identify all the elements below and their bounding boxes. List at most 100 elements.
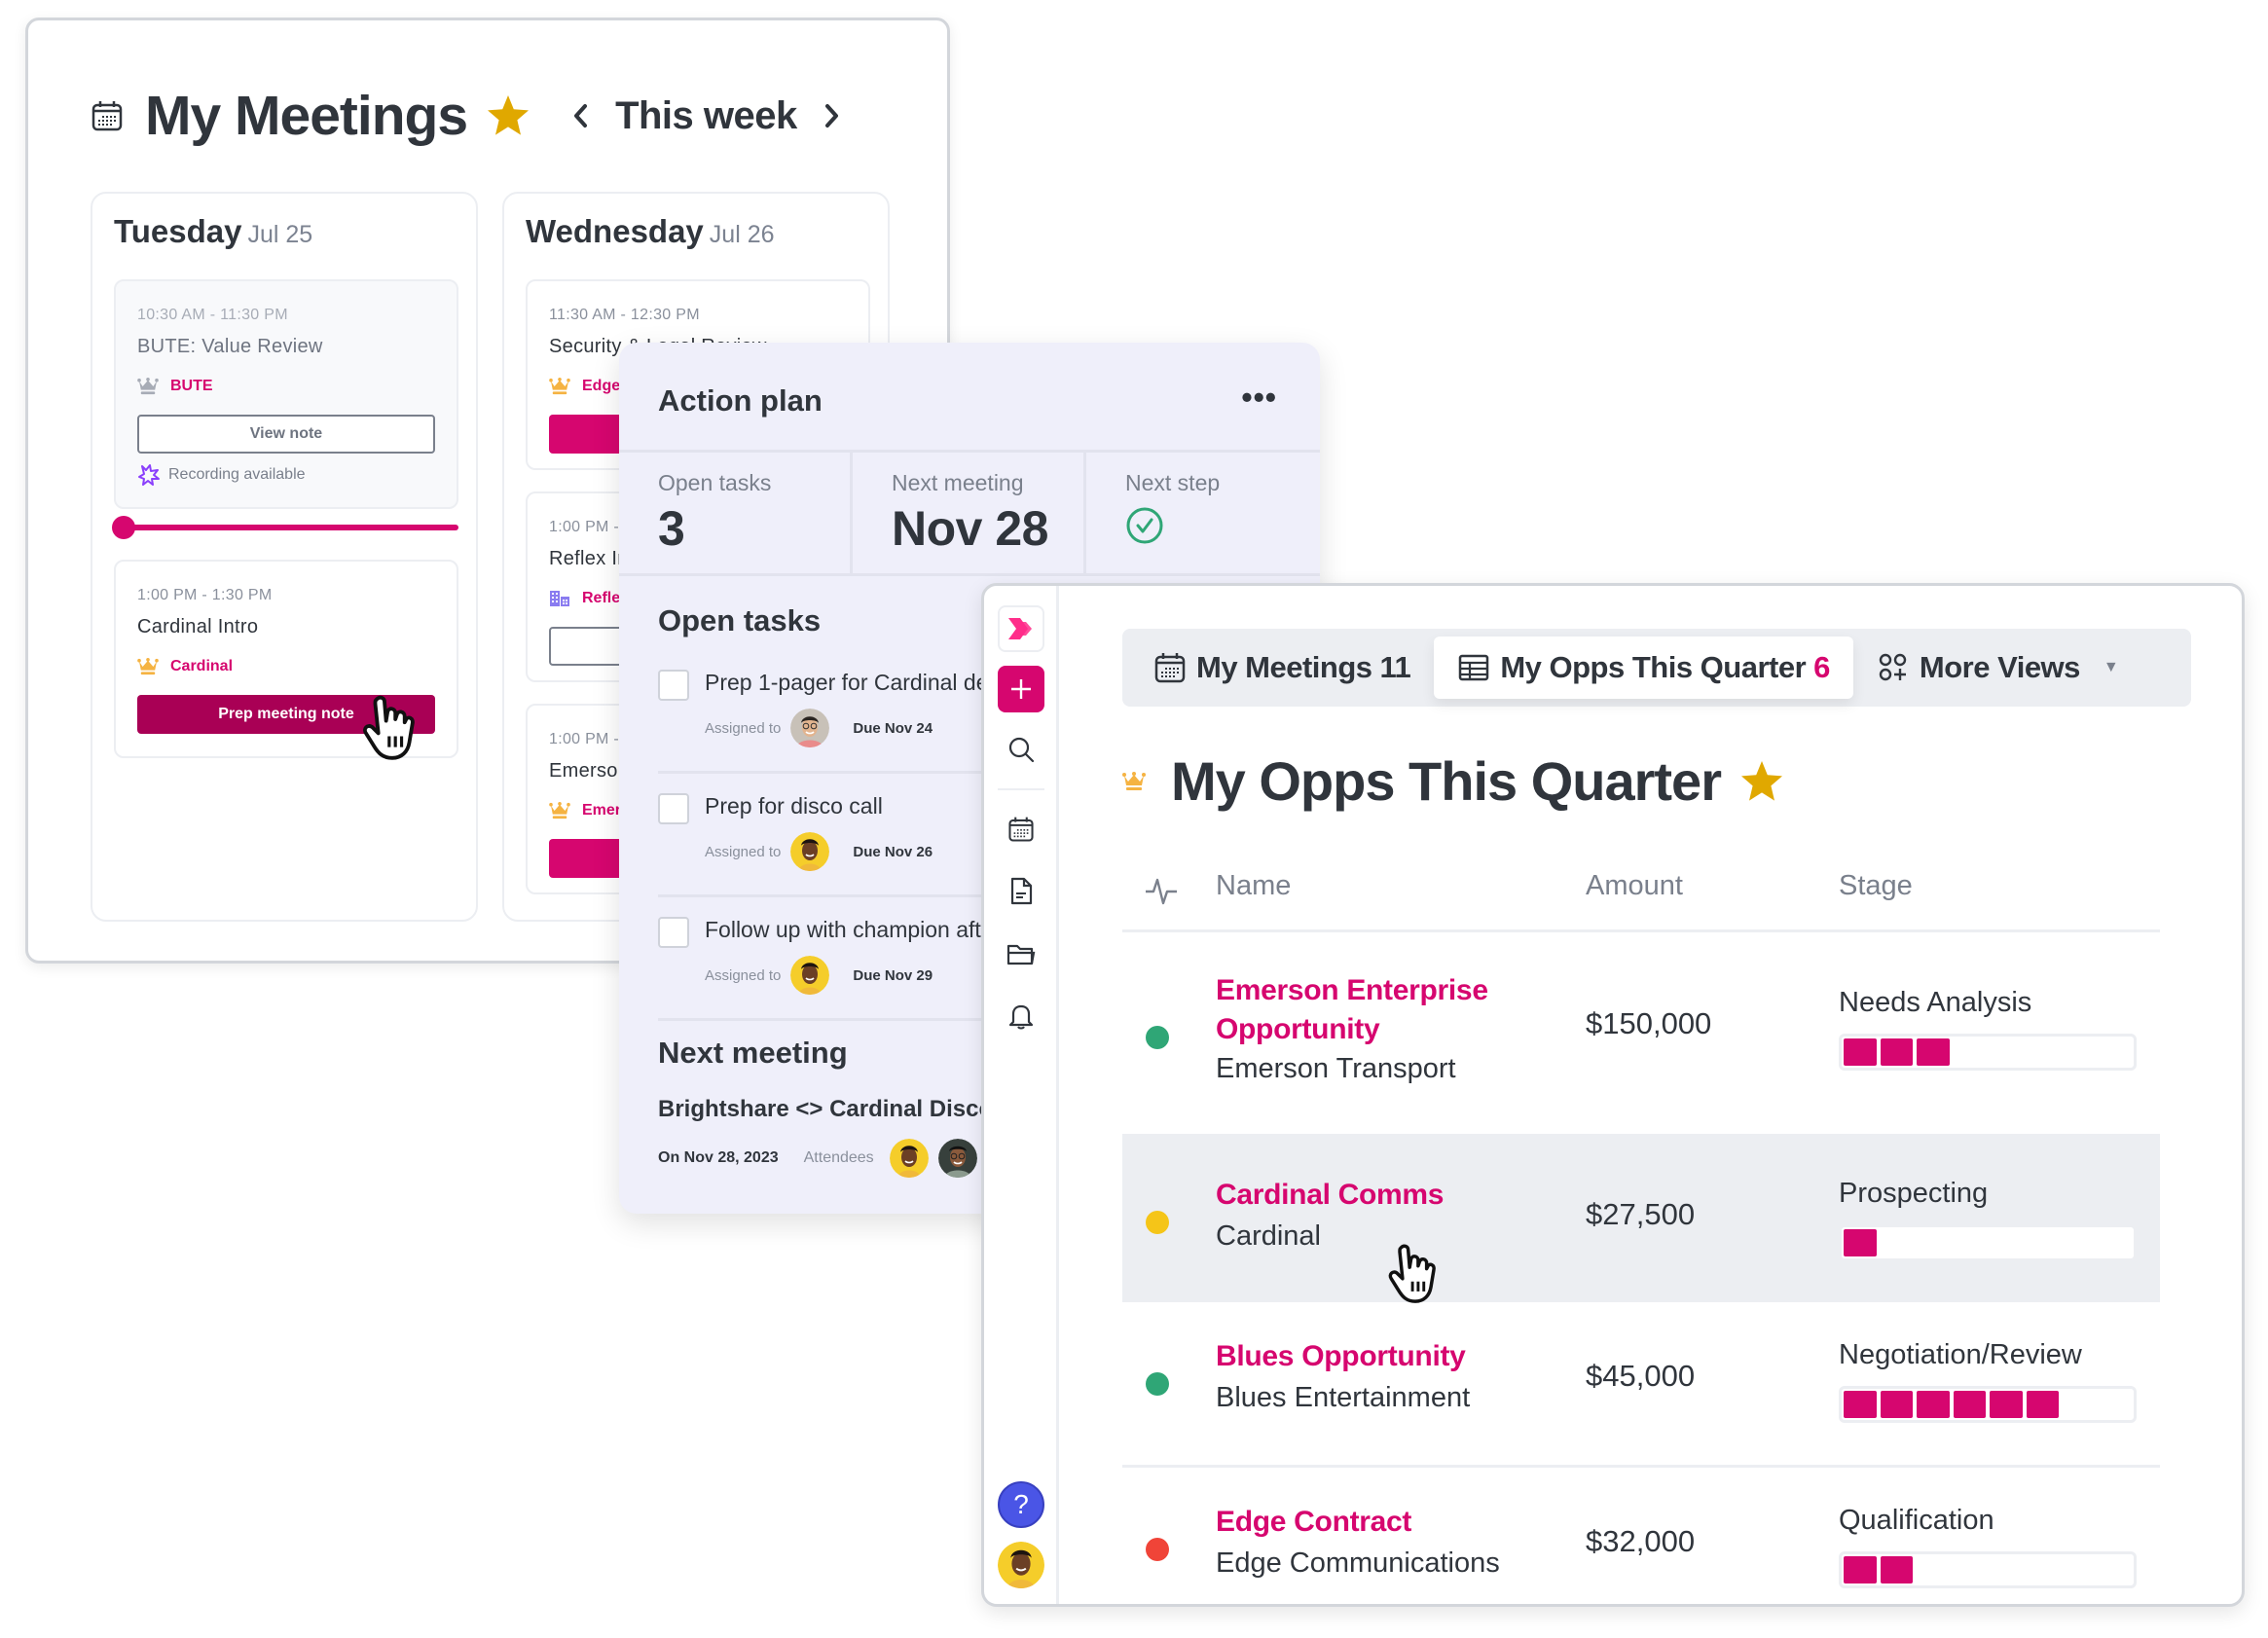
- crown-icon: [549, 802, 570, 819]
- day-column-tuesday: Tuesday Jul 25 10:30 AM - 11:30 PM BUTE: …: [91, 192, 478, 922]
- action-plan-title: Action plan: [658, 383, 823, 418]
- meetings-title: My Meetings: [145, 85, 468, 147]
- meeting-account[interactable]: BUTE: [137, 378, 435, 395]
- stage-label: Prospecting: [1839, 1178, 1989, 1209]
- opportunity-name-link[interactable]: Blues Opportunity: [1216, 1337, 1508, 1376]
- stage-segment: [1917, 1391, 1950, 1418]
- table-row[interactable]: Blues Opportunity Blues Entertainment $45,…: [1122, 1302, 2160, 1468]
- status-dot: [1146, 1026, 1169, 1049]
- column-header-amount[interactable]: Amount: [1586, 870, 1683, 902]
- meeting-account[interactable]: Cardinal: [137, 658, 435, 675]
- stage-segment: [1990, 1391, 2023, 1418]
- account-name: Cardinal: [170, 658, 234, 674]
- week-label: This week: [615, 93, 797, 137]
- stat-label: Open tasks: [658, 470, 772, 495]
- plus-icon: [1011, 679, 1031, 699]
- attendees-label: Attendees: [803, 1149, 874, 1166]
- stage-segment: [1917, 1556, 1950, 1583]
- recording-status[interactable]: Recording available: [137, 463, 435, 487]
- search-icon: [1008, 737, 1035, 763]
- activity-icon[interactable]: [1144, 874, 1179, 909]
- app-logo[interactable]: [998, 605, 1044, 652]
- folder-icon: [1006, 944, 1036, 965]
- opportunity-name-link[interactable]: Cardinal Comms: [1216, 1176, 1508, 1215]
- view-note-button[interactable]: View note: [137, 415, 435, 454]
- due-date: Due Nov 29: [853, 966, 933, 984]
- next-week-button[interactable]: [817, 101, 846, 130]
- account-name: BUTE: [170, 378, 213, 394]
- task-name[interactable]: Follow up with champion afte: [705, 917, 994, 943]
- building-icon: [550, 591, 569, 606]
- stage-segment: [2026, 1229, 2059, 1256]
- task-checkbox[interactable]: [658, 670, 689, 701]
- help-button[interactable]: ?: [998, 1481, 1044, 1528]
- task-checkbox[interactable]: [658, 917, 689, 948]
- assigned-label: Assigned to: [705, 966, 782, 984]
- account-name: Refle: [582, 590, 621, 606]
- opps-table: Name Amount Stage Emerson Enterprise Opp…: [1122, 849, 2160, 1604]
- sidebar-item-notes[interactable]: [998, 868, 1044, 915]
- stage-progress-bar: [1839, 1386, 2137, 1423]
- more-views-dropdown[interactable]: More Views ▼: [1853, 637, 2141, 699]
- star-icon[interactable]: [1738, 758, 1785, 805]
- attendee-avatar[interactable]: [938, 1139, 977, 1178]
- column-header-name[interactable]: Name: [1216, 870, 1291, 902]
- sidebar-item-folders[interactable]: [998, 930, 1044, 977]
- search-button[interactable]: [998, 726, 1044, 773]
- assigned-label: Assigned to: [705, 843, 782, 860]
- assignee-avatar[interactable]: [790, 709, 829, 747]
- crown-icon: [137, 658, 159, 675]
- assignee-avatar[interactable]: [790, 956, 829, 995]
- tab-label: More Views: [1919, 650, 2081, 684]
- user-avatar[interactable]: [998, 1542, 1044, 1588]
- task-name[interactable]: Prep 1-pager for Cardinal dea: [705, 670, 1001, 696]
- table-icon: [1459, 654, 1489, 681]
- meetings-header: My Meetings This week: [91, 69, 846, 163]
- opportunity-name-link[interactable]: Emerson Enterprise Opportunity: [1216, 971, 1508, 1049]
- account-name: Edge: [582, 378, 621, 394]
- chevron-right-icon: [824, 104, 838, 127]
- tab-my-opps-this-quarter[interactable]: My Opps This Quarter 6: [1434, 637, 1853, 699]
- task-name[interactable]: Prep for disco call: [705, 793, 883, 819]
- stage-segment: [1953, 1556, 1986, 1583]
- star-icon[interactable]: [485, 92, 531, 139]
- sidebar-item-meetings[interactable]: [998, 806, 1044, 853]
- opps-heading: My Opps This Quarter: [1122, 749, 1785, 813]
- table-row[interactable]: Emerson Enterprise Opportunity Emerson Tr…: [1122, 932, 2160, 1137]
- stage-segment: [1953, 1038, 1986, 1066]
- stage-segment: [2063, 1391, 2096, 1418]
- column-header-stage[interactable]: Stage: [1839, 870, 1913, 902]
- task-meta: Assigned to Due Nov 26: [705, 832, 933, 871]
- check-circle-icon: [1126, 507, 1163, 544]
- add-button[interactable]: [998, 666, 1044, 712]
- day-date: Jul 25: [247, 221, 313, 248]
- recording-label: Recording available: [168, 466, 306, 483]
- stat-open-tasks: Open tasks 3: [619, 453, 853, 573]
- meeting-card[interactable]: 10:30 AM - 11:30 PM BUTE: Value Review B…: [114, 279, 458, 509]
- table-row[interactable]: Edge Contract Edge Communications $32,000 Q…: [1122, 1468, 2160, 1604]
- calendar-icon: [1007, 816, 1035, 843]
- next-meeting-meta: On Nov 28, 2023 Attendees: [658, 1139, 1026, 1178]
- account-name: Emer: [582, 802, 622, 819]
- tab-my-meetings[interactable]: My Meetings 11: [1130, 637, 1434, 699]
- current-time-indicator: [112, 516, 458, 539]
- assignee-avatar[interactable]: [790, 832, 829, 871]
- action-plan-stats: Open tasks 3 Next meeting Nov 28 Next st…: [619, 450, 1320, 576]
- amount: $150,000: [1586, 1006, 1712, 1040]
- next-meeting-title[interactable]: Brightshare <> Cardinal Disco C: [658, 1096, 1016, 1123]
- table-row[interactable]: Cardinal Comms Cardinal $27,500 Prospecting: [1122, 1137, 2160, 1302]
- more-options-button[interactable]: •••: [1241, 382, 1277, 413]
- opportunity-name-link[interactable]: Edge Contract: [1216, 1503, 1508, 1542]
- sidebar-item-notifications[interactable]: [998, 993, 1044, 1039]
- prev-week-button[interactable]: [567, 101, 596, 130]
- attendee-avatar[interactable]: [890, 1139, 929, 1178]
- tab-label: My Meetings: [1196, 650, 1372, 684]
- tab-count: 6: [1813, 650, 1830, 684]
- task-checkbox[interactable]: [658, 793, 689, 824]
- meeting-time: 11:30 AM - 12:30 PM: [549, 307, 700, 323]
- stage-label: Qualification: [1839, 1505, 1994, 1536]
- stat-value: 3: [658, 501, 685, 556]
- stage-segment: [1844, 1391, 1877, 1418]
- stage-segment: [2026, 1391, 2059, 1418]
- stage-segment: [2099, 1038, 2132, 1066]
